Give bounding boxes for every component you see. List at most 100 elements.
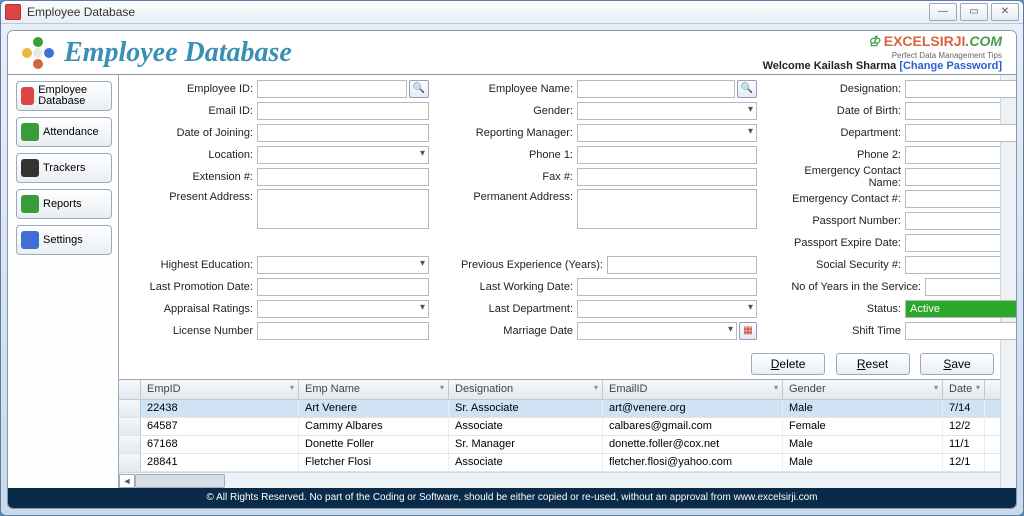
cell-date: 11/1 <box>943 436 985 453</box>
scroll-thumb[interactable] <box>135 474 225 488</box>
cell-date: 12/1 <box>943 454 985 471</box>
table-row[interactable]: 22438Art VenereSr. Associateart@venere.o… <box>119 400 1016 418</box>
cell-gender: Male <box>783 400 943 417</box>
employee-grid: EmpID Emp Name Designation EmailID Gende… <box>119 379 1016 488</box>
cell-empname: Cammy Albares <box>299 418 449 435</box>
cell-date: 12/2 <box>943 418 985 435</box>
col-date[interactable]: Date <box>943 380 985 399</box>
gender-select[interactable] <box>577 102 757 120</box>
location-select[interactable] <box>257 146 429 164</box>
calendar-icon[interactable]: ▦ <box>739 322 757 340</box>
last-promotion-input[interactable] <box>257 278 429 296</box>
email-input[interactable] <box>257 102 429 120</box>
cell-email: fletcher.flosi@yahoo.com <box>603 454 783 471</box>
maximize-button[interactable]: ▭ <box>960 3 988 21</box>
cell-designation: Sr. Manager <box>449 436 603 453</box>
row-selector[interactable] <box>119 418 141 435</box>
reporting-manager-select[interactable] <box>577 124 757 142</box>
employee-form: Employee ID:🔍 Employee Name:🔍 Designatio… <box>119 75 1016 347</box>
cell-empname: Donette Foller <box>299 436 449 453</box>
trackers-icon <box>21 159 39 177</box>
cell-gender: Male <box>783 436 943 453</box>
row-selector[interactable] <box>119 454 141 471</box>
row-selector[interactable] <box>119 400 141 417</box>
last-working-date-input[interactable] <box>577 278 757 296</box>
employee-icon <box>21 87 34 105</box>
shift-time-select[interactable] <box>905 322 1016 340</box>
delete-button[interactable]: Delete <box>751 353 825 375</box>
grid-header: EmpID Emp Name Designation EmailID Gende… <box>119 380 1016 400</box>
brand-name-icon: ♔ EXCELSIRJI.COM <box>868 35 1002 50</box>
employee-id-input[interactable] <box>257 80 407 98</box>
app-header: Employee Database ♔ EXCELSIRJI.COM Perfe… <box>8 31 1016 75</box>
cell-gender: Female <box>783 418 943 435</box>
sidebar-item-attendance[interactable]: Attendance <box>16 117 112 147</box>
footer-text: © All Rights Reserved. No part of the Co… <box>8 488 1016 508</box>
app-title: Employee Database <box>64 37 292 69</box>
table-row[interactable]: 64587Cammy AlbaresAssociatecalbares@gmai… <box>119 418 1016 436</box>
titlebar: Employee Database — ▭ ✕ <box>1 1 1023 24</box>
cell-empid: 67168 <box>141 436 299 453</box>
horizontal-scrollbar[interactable]: ◄ ► <box>119 472 1016 488</box>
cell-date: 7/14 <box>943 400 985 417</box>
doj-input[interactable] <box>257 124 429 142</box>
app-window: Employee Database — ▭ ✕ Employee Databas… <box>0 0 1024 516</box>
reports-icon <box>21 195 39 213</box>
cell-gender: Male <box>783 454 943 471</box>
settings-icon <box>21 231 39 249</box>
permanent-address-textarea[interactable] <box>577 189 757 229</box>
cell-empid: 64587 <box>141 418 299 435</box>
employee-name-input[interactable] <box>577 80 735 98</box>
highest-education-select[interactable] <box>257 256 429 274</box>
app-logo-icon <box>22 37 54 69</box>
row-selector[interactable] <box>119 436 141 453</box>
table-row[interactable]: 67168Donette FollerSr. Managerdonette.fo… <box>119 436 1016 454</box>
designation-select[interactable] <box>905 80 1016 98</box>
col-gender[interactable]: Gender <box>783 380 943 399</box>
sidebar-item-reports[interactable]: Reports <box>16 189 112 219</box>
brand-sub: Perfect Data Management Tips <box>763 51 1002 60</box>
app-icon <box>5 4 21 20</box>
cell-empid: 22438 <box>141 400 299 417</box>
cell-designation: Associate <box>449 418 603 435</box>
sidebar-item-trackers[interactable]: Trackers <box>16 153 112 183</box>
grid-corner[interactable] <box>119 380 141 399</box>
search-employee-name-button[interactable]: 🔍 <box>737 80 757 98</box>
welcome-text: Welcome Kailash Sharma <box>763 60 900 72</box>
close-button[interactable]: ✕ <box>991 3 1019 21</box>
sidebar-item-settings[interactable]: Settings <box>16 225 112 255</box>
cell-empname: Art Venere <box>299 400 449 417</box>
marriage-date-select[interactable] <box>577 322 737 340</box>
col-email[interactable]: EmailID <box>603 380 783 399</box>
sidebar: Employee Database Attendance Trackers Re… <box>8 75 118 488</box>
scroll-left-button[interactable]: ◄ <box>119 474 135 488</box>
window-title: Employee Database <box>27 5 135 19</box>
present-address-textarea[interactable] <box>257 189 429 229</box>
extension-input[interactable] <box>257 168 429 186</box>
col-empid[interactable]: EmpID <box>141 380 299 399</box>
save-button[interactable]: Save <box>920 353 994 375</box>
cell-designation: Associate <box>449 454 603 471</box>
department-select[interactable] <box>905 124 1016 142</box>
phone1-input[interactable] <box>577 146 757 164</box>
change-password-link[interactable]: [Change Password] <box>899 60 1002 72</box>
col-designation[interactable]: Designation <box>449 380 603 399</box>
status-select[interactable]: Active <box>905 300 1016 318</box>
table-row[interactable]: 28841Fletcher FlosiAssociatefletcher.flo… <box>119 454 1016 472</box>
cell-email: art@venere.org <box>603 400 783 417</box>
cell-email: calbares@gmail.com <box>603 418 783 435</box>
search-employee-id-button[interactable]: 🔍 <box>409 80 429 98</box>
reset-button[interactable]: Reset <box>836 353 910 375</box>
license-input[interactable] <box>257 322 429 340</box>
cell-email: donette.foller@cox.net <box>603 436 783 453</box>
last-department-select[interactable] <box>577 300 757 318</box>
minimize-button[interactable]: — <box>929 3 957 21</box>
action-bar: Delete Reset Save <box>119 347 1016 379</box>
cell-empid: 28841 <box>141 454 299 471</box>
attendance-icon <box>21 123 39 141</box>
sidebar-item-employee-database[interactable]: Employee Database <box>16 81 112 111</box>
col-empname[interactable]: Emp Name <box>299 380 449 399</box>
previous-experience-input[interactable] <box>607 256 757 274</box>
fax-input[interactable] <box>577 168 757 186</box>
appraisal-select[interactable] <box>257 300 429 318</box>
